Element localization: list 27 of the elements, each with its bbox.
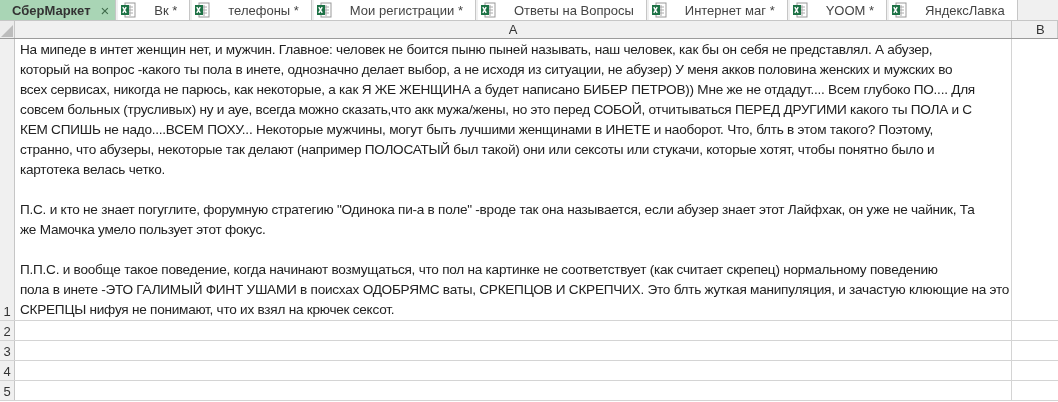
column-header[interactable]: B — [1012, 21, 1058, 38]
sheet-tab[interactable]: YOOM * — [789, 0, 888, 20]
row-header[interactable]: 2 — [0, 321, 15, 340]
spreadsheet-file-icon — [479, 2, 496, 18]
row-header[interactable]: 4 — [0, 361, 15, 380]
spreadsheet-file-icon — [891, 2, 908, 18]
sheet-tab[interactable]: ЯндексЛавка — [889, 0, 1018, 20]
row-header[interactable]: 3 — [0, 341, 15, 360]
sheet-tab[interactable]: СберМаркет × — [0, 0, 117, 20]
row-header[interactable]: 5 — [0, 381, 15, 400]
spreadsheet-file-icon — [791, 2, 808, 18]
sheet-tab[interactable]: Мои регистрации * — [313, 0, 476, 20]
select-all-corner[interactable] — [0, 21, 15, 38]
sheet-tab[interactable]: Интернет маг * — [648, 0, 788, 20]
sheet-tab[interactable]: Ответы на Вопросы — [477, 0, 647, 20]
cell-paragraph: П.П.С. и вообще такое поведение, когда начинают возмущаться, что пол на картинке не соответствует (как считает скрепец) нормальному поведению пола в инете -ЭТО ГАЛИМЫЙ ФИНТ УШАМИ в поисхах ОДОБРЯМС ваты, СРКЕПЦОВ И СКРЕПЧИХ. Это блть жуткая манипуляция, и зачастую клюющие на это СКРЕПЦЫ нифуя не понимают, что их взял на крючек сексот. — [20, 261, 1007, 319]
spreadsheet-file-icon — [650, 2, 667, 18]
spreadsheet-file-icon — [194, 2, 211, 18]
sheet-tab[interactable]: Вк * — [118, 0, 191, 20]
cell-paragraph: На мипеде в интет женщин нет, и мужчин. Главное: человек не боится пыню пыней называть, наш человек, как бы он себя не представлял. А абузер, который на вопрос -какого ты пола в инете, однозначно делает выбор, а не исходя из ситуации, не абузер) У меня акков половина женских и мужских во всех сервисах, никогда не парюсь, как некоторые, а как Я ЖЕ ЖЕНЩИНА а будет написано БИБЕР ПЕТРОВ)) Мне же не отдадут.... Всем глубоко ПО.... Для совсем больных (трусливых) ну и ауе, всегда можно сказать,что акк мужа/жены, но это перед СОБОЙ, отчитываться ПЕРЕД ДРУГИМИ какого ты ПОЛА и С КЕМ СПИШЬ не надо....ВСЕМ ПОХУ... Некоторые мужчины, могут быть лучшими женщинами в ИНЕТЕ и наоборот. Что, блть в этом такого? Поэтому, странно, что абузеры, некоторые так делают (например ПОЛОСАТЫЙ был такой) они или сексоты или стукачи, которые хотят, чтобы понятно было и картотека велась четко. — [20, 41, 976, 179]
spreadsheet-file-icon — [315, 2, 332, 18]
sheet-tab[interactable]: телефоны * — [192, 0, 312, 20]
column-header[interactable]: A — [15, 21, 1012, 38]
cell-paragraph: П.С. и кто не знает погуглите, форумную стратегию "Одинока пи-а в поле" -вроде так она называется, если абузер знает этот Лайфхак, он уже не чайник, Та же Мамочка умело пользует этот фокус. — [20, 201, 976, 239]
spreadsheet-file-icon — [120, 2, 137, 18]
close-icon[interactable]: × — [100, 1, 110, 19]
row-header[interactable]: 1 — [0, 39, 15, 320]
